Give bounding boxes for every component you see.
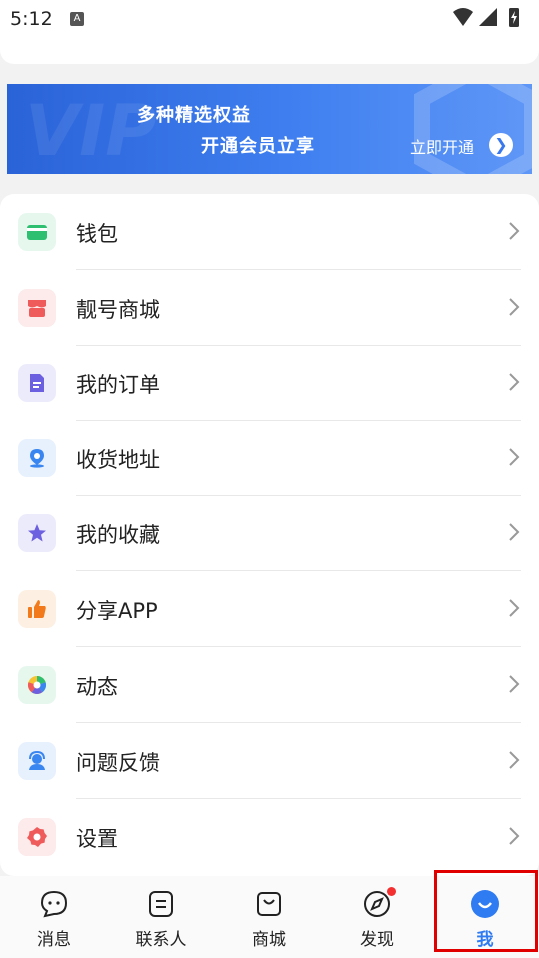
menu-item-feedback[interactable]: 问题反馈: [0, 723, 539, 799]
tab-label: 联系人: [135, 930, 187, 950]
menu-list: 钱包 靓号商城 我的订单 收货地址 我的收藏 分享APP 动态 问题反馈 设置: [0, 194, 539, 876]
tab-label: 发现: [360, 930, 394, 950]
menu-label: 设置: [76, 827, 118, 851]
notification-dot: [387, 887, 396, 896]
vip-benefits-subtitle: 开通会员立享: [201, 136, 315, 157]
arrow-right-icon[interactable]: ❯: [489, 133, 513, 157]
signal-battery-icon: [453, 8, 519, 27]
support-icon: [18, 742, 56, 780]
message-icon: [40, 890, 68, 918]
vip-banner[interactable]: VIP 多种精选权益 开通会员立享 立即开通 ❯: [7, 84, 532, 174]
aperture-icon: [18, 666, 56, 704]
menu-label: 我的订单: [76, 373, 160, 397]
location-icon: [18, 439, 56, 477]
tab-label: 商城: [252, 930, 286, 950]
menu-item-share-app[interactable]: 分享APP: [0, 571, 539, 647]
profile-card-bottom: [0, 38, 539, 64]
shop-bag-icon: [257, 892, 281, 916]
menu-label: 我的收藏: [76, 523, 160, 547]
menu-label: 分享APP: [76, 599, 158, 623]
vip-open-now-link[interactable]: 立即开通: [410, 134, 474, 158]
vip-benefits-title: 多种精选权益: [137, 105, 251, 126]
tab-contacts[interactable]: 联系人: [107, 876, 215, 958]
menu-item-my-favorites[interactable]: 我的收藏: [0, 495, 539, 571]
chevron-right-icon: [509, 298, 520, 316]
chevron-right-icon: [509, 222, 520, 240]
chevron-right-icon: [509, 751, 520, 769]
menu-label: 靓号商城: [76, 298, 160, 322]
active-tab-highlight: [434, 870, 538, 952]
gear-icon: [18, 818, 56, 856]
chevron-right-icon: [509, 675, 520, 693]
menu-item-wallet[interactable]: 钱包: [0, 194, 539, 270]
chevron-right-icon: [509, 448, 520, 466]
menu-label: 问题反馈: [76, 751, 160, 775]
menu-item-vanity-number-store[interactable]: 靓号商城: [0, 270, 539, 346]
chevron-right-icon: [509, 373, 520, 391]
menu-item-shipping-address[interactable]: 收货地址: [0, 420, 539, 496]
menu-item-settings[interactable]: 设置: [0, 799, 539, 875]
thumbs-up-icon: [18, 590, 56, 628]
notification-a-icon: A: [70, 12, 84, 26]
order-icon: [18, 364, 56, 402]
menu-item-moments[interactable]: 动态: [0, 647, 539, 723]
contacts-icon: [149, 891, 173, 917]
status-icons: [451, 6, 531, 34]
status-time: 5:12: [10, 8, 53, 30]
menu-label: 动态: [76, 675, 118, 699]
chevron-right-icon: [509, 827, 520, 845]
tab-label: 消息: [37, 930, 71, 950]
chevron-right-icon: [509, 523, 520, 541]
tab-messages[interactable]: 消息: [0, 876, 108, 958]
menu-label: 钱包: [76, 222, 118, 246]
chevron-right-icon: [509, 599, 520, 617]
status-bar: 5:12 A: [0, 0, 539, 38]
tab-discover[interactable]: 发现: [323, 876, 431, 958]
tab-shop[interactable]: 商城: [215, 876, 323, 958]
hexagon-decoration-icon: [414, 84, 532, 174]
star-icon: [18, 514, 56, 552]
menu-item-my-orders[interactable]: 我的订单: [0, 345, 539, 421]
menu-label: 收货地址: [76, 448, 160, 472]
store-icon: [18, 289, 56, 327]
wallet-icon: [18, 213, 56, 251]
